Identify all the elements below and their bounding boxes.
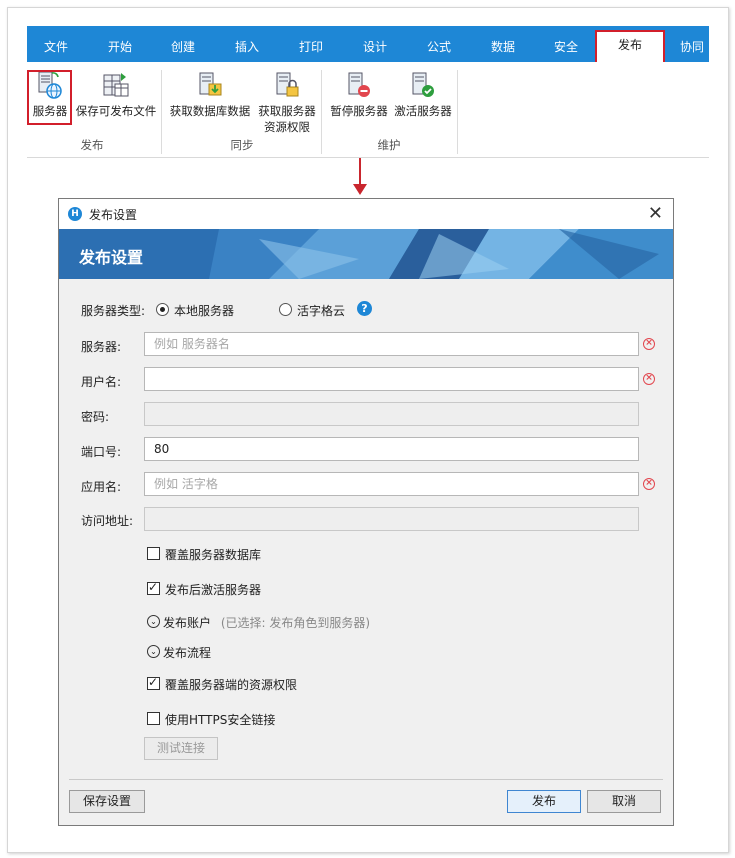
- access-url-field: [144, 507, 639, 531]
- highlight-server-button: [27, 70, 72, 125]
- overwrite-permissions-label: 覆盖服务器端的资源权限: [165, 678, 298, 692]
- get-server-permissions-button[interactable]: 获取服务器 资源权限: [255, 70, 319, 135]
- tab-data[interactable]: 数据: [482, 26, 524, 62]
- get-server-perm-label-2: 资源权限: [264, 120, 310, 134]
- error-icon: ×: [643, 373, 655, 385]
- save-publishable-label: 保存可发布文件: [75, 104, 157, 118]
- server-type-label: 服务器类型:: [81, 304, 146, 318]
- overwrite-db-checkbox[interactable]: [147, 547, 160, 560]
- highlight-publish-tab: [595, 30, 665, 65]
- server-check-icon: [412, 72, 434, 97]
- ribbon-body: 服务器 保存可发布文件 获取数据库数据 获取服务器 资源权限 暂停服务器 激活服…: [27, 62, 709, 158]
- tab-print[interactable]: 打印: [290, 26, 332, 62]
- tab-design[interactable]: 设计: [354, 26, 396, 62]
- pointer-arrow-line: [359, 158, 361, 186]
- access-url-label: 访问地址:: [81, 514, 134, 528]
- footer-separator: [69, 779, 663, 780]
- banner-title: 发布设置: [79, 248, 144, 267]
- server-label: 服务器:: [81, 340, 122, 354]
- publish-settings-dialog: H 发布设置 ✕ 发布设置 服务器类型: 本地服务器 活字格云 ? 服务器: ×…: [58, 198, 674, 826]
- https-label: 使用HTTPS安全链接: [165, 713, 276, 727]
- radio-local-server-label: 本地服务器: [174, 304, 235, 318]
- get-db-data-button[interactable]: 获取数据库数据: [167, 70, 253, 119]
- error-icon: ×: [643, 478, 655, 490]
- publish-flow-expand-icon[interactable]: ⌄: [147, 645, 160, 658]
- group-label-sync: 同步: [230, 138, 254, 152]
- save-settings-button[interactable]: 保存设置: [69, 790, 145, 813]
- https-checkbox[interactable]: [147, 712, 160, 725]
- overwrite-permissions-checkbox[interactable]: [147, 675, 160, 690]
- ribbon-group-separator: [161, 70, 162, 154]
- ribbon-group-separator: [457, 70, 458, 154]
- group-label-publish: 发布: [80, 138, 104, 152]
- cancel-button[interactable]: 取消: [587, 790, 661, 813]
- port-input[interactable]: [144, 437, 639, 461]
- publish-button[interactable]: 发布: [507, 790, 581, 813]
- tab-collaborate[interactable]: 协同: [675, 26, 709, 62]
- pause-server-button[interactable]: 暂停服务器: [327, 70, 391, 119]
- table-export-icon: [103, 73, 129, 97]
- ribbon-group-separator: [321, 70, 322, 154]
- publish-flow-label[interactable]: 发布流程: [163, 644, 211, 661]
- get-db-data-label: 获取数据库数据: [169, 104, 251, 118]
- activate-after-publish-checkbox[interactable]: [147, 580, 160, 595]
- appname-label: 应用名:: [81, 480, 122, 494]
- publish-accounts-label[interactable]: 发布账户 (已选择: 发布角色到服务器): [163, 614, 370, 631]
- app-logo-icon: H: [68, 207, 82, 221]
- close-icon[interactable]: ✕: [648, 203, 663, 224]
- publish-accounts-expand-icon[interactable]: ⌄: [147, 615, 160, 628]
- database-download-icon: [199, 72, 222, 96]
- pause-server-label: 暂停服务器: [330, 104, 388, 118]
- password-label: 密码:: [81, 410, 110, 424]
- port-label: 端口号:: [81, 445, 122, 459]
- radio-cloud[interactable]: [279, 303, 292, 316]
- group-label-maintain: 维护: [377, 138, 401, 152]
- username-input[interactable]: [144, 367, 639, 391]
- error-icon: ×: [643, 338, 655, 350]
- dialog-title-bar: H 发布设置 ✕: [59, 199, 673, 229]
- server-input[interactable]: [144, 332, 639, 356]
- server-stop-icon: [348, 72, 370, 97]
- activate-server-label: 激活服务器: [394, 104, 452, 118]
- publish-accounts-title: 发布账户: [163, 616, 212, 630]
- radio-local-server[interactable]: [156, 303, 169, 316]
- banner-polygon-pattern: [209, 229, 673, 279]
- tab-insert[interactable]: 插入: [226, 26, 268, 62]
- dialog-banner: 发布设置: [59, 229, 673, 279]
- tab-security[interactable]: 安全: [545, 26, 587, 62]
- tab-file[interactable]: 文件: [35, 26, 77, 62]
- username-label: 用户名:: [81, 375, 122, 389]
- tab-formula[interactable]: 公式: [418, 26, 460, 62]
- get-server-perm-label-1: 获取服务器: [258, 104, 316, 118]
- tab-home[interactable]: 开始: [99, 26, 141, 62]
- dialog-window-title: 发布设置: [89, 208, 138, 222]
- tab-create[interactable]: 创建: [162, 26, 204, 62]
- pointer-arrow-head: [353, 184, 367, 195]
- appname-input[interactable]: [144, 472, 639, 496]
- help-icon[interactable]: ?: [357, 301, 372, 316]
- test-connection-button[interactable]: 测试连接: [144, 737, 218, 760]
- overwrite-db-label: 覆盖服务器数据库: [165, 548, 262, 562]
- publish-accounts-hint: (已选择: 发布角色到服务器): [220, 616, 371, 630]
- save-publishable-file-button[interactable]: 保存可发布文件: [73, 70, 159, 119]
- server-lock-icon: [276, 72, 299, 97]
- radio-cloud-label: 活字格云: [297, 304, 346, 318]
- password-input: [144, 402, 639, 426]
- activate-server-button[interactable]: 激活服务器: [391, 70, 455, 119]
- activate-after-publish-label: 发布后激活服务器: [165, 583, 262, 597]
